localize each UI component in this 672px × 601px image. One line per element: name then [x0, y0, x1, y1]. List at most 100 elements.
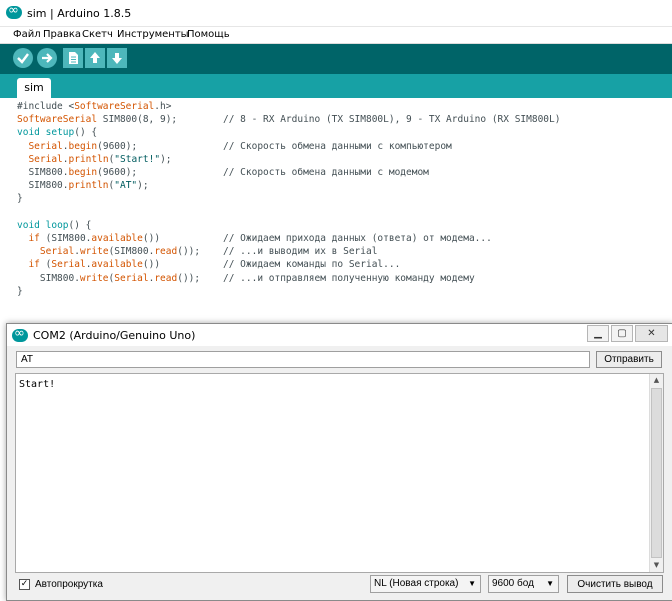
- code-token: .h>: [154, 101, 172, 112]
- line-ending-select[interactable]: NL (Новая строка) ▼: [370, 575, 481, 593]
- code-token: Serial: [28, 140, 63, 152]
- code-token: Serial: [114, 272, 149, 284]
- code-token: println: [68, 180, 109, 192]
- code-token: void: [17, 219, 40, 231]
- code-token: Serial: [28, 153, 63, 165]
- monitor-titlebar: COM2 (Arduino/Genuino Uno) ▁ ▢ ✕: [7, 324, 672, 346]
- code-token: }: [17, 193, 23, 205]
- ide-titlebar: sim | Arduino 1.8.5: [0, 0, 672, 27]
- scroll-up-icon[interactable]: ▲: [650, 374, 663, 387]
- upload-button[interactable]: [37, 48, 57, 68]
- code-token: begin: [68, 167, 98, 178]
- code-token: ());: [177, 246, 201, 258]
- clear-output-button[interactable]: Очистить вывод: [567, 575, 663, 593]
- code-token: () {: [74, 127, 98, 139]
- code-comment: // Ожидаем прихода данных (ответа) от мо…: [223, 233, 492, 244]
- baud-select[interactable]: 9600 бод ▼: [488, 575, 559, 593]
- tab-bar: sim: [0, 74, 672, 98]
- chevron-down-icon: ▼: [546, 579, 554, 588]
- code-token: }: [17, 285, 23, 297]
- scroll-down-icon[interactable]: ▼: [650, 559, 663, 572]
- checkmark-icon: [17, 53, 29, 64]
- code-line: #include <SoftwareSerial.h>: [17, 101, 171, 114]
- code-token: void: [17, 127, 40, 139]
- monitor-bottom-bar: ✓ Автопрокрутка NL (Новая строка) ▼ 9600…: [7, 574, 672, 598]
- code-token: SIM800(8, 9);: [97, 114, 178, 126]
- menu-tools[interactable]: Инструменты: [117, 29, 189, 40]
- code-line: if (SIM800.available()): [17, 233, 160, 246]
- chevron-down-icon: ▼: [468, 579, 476, 588]
- code-token: );: [160, 153, 172, 165]
- menu-bar: Файл Правка Скетч Инструменты Помощь: [0, 27, 672, 44]
- send-button[interactable]: Отправить: [596, 351, 662, 368]
- code-line: void setup() {: [17, 127, 97, 140]
- menu-sketch[interactable]: Скетч: [82, 29, 113, 40]
- monitor-title: COM2 (Arduino/Genuino Uno): [33, 329, 196, 342]
- ide-window: sim | Arduino 1.8.5 Файл Правка Скетч Ин…: [0, 0, 672, 324]
- code-line: void loop() {: [17, 220, 91, 233]
- baud-value: 9600 бод: [492, 578, 534, 589]
- output-text: Start!: [19, 379, 56, 390]
- code-token: (9600);: [97, 140, 138, 152]
- close-button[interactable]: ✕: [635, 325, 668, 342]
- code-line: Serial.println("Start!");: [17, 153, 172, 167]
- arrow-down-icon: [112, 53, 122, 64]
- code-comment: // Скорость обмена данными с модемом: [223, 167, 429, 178]
- code-token: write: [79, 272, 109, 284]
- open-button[interactable]: [85, 48, 105, 68]
- code-comment: // 8 - RX Arduino (TX SIM800L), 9 - TX A…: [223, 114, 561, 126]
- code-token: setup: [45, 127, 75, 139]
- maximize-button[interactable]: ▢: [611, 325, 633, 342]
- code-line: SoftwareSerial SIM800(8, 9);: [17, 114, 177, 127]
- new-button[interactable]: [63, 48, 83, 68]
- code-editor[interactable]: #include <SoftwareSerial.h> SoftwareSeria…: [0, 98, 672, 324]
- code-line: }: [17, 193, 23, 206]
- code-token: () {: [68, 219, 92, 231]
- vertical-scrollbar[interactable]: ▲ ▼: [649, 374, 663, 572]
- code-token: );: [137, 180, 149, 192]
- menu-edit[interactable]: Правка: [43, 29, 81, 40]
- code-token: ());: [177, 272, 201, 284]
- minimize-button[interactable]: ▁: [587, 325, 609, 342]
- code-token: Serial: [39, 246, 75, 258]
- code-token: ()): [142, 233, 161, 244]
- arduino-logo-icon: [6, 3, 22, 19]
- tab-sim[interactable]: sim: [17, 78, 51, 98]
- code-line: SIM800.println("AT");: [17, 180, 149, 193]
- code-token: loop: [45, 219, 69, 231]
- code-token: if: [28, 259, 40, 271]
- code-line: SIM800.write(Serial.read());: [17, 273, 200, 286]
- arduino-logo-icon: [12, 326, 28, 342]
- code-token: "Start!": [114, 153, 161, 165]
- code-token: Serial: [51, 259, 86, 271]
- verify-button[interactable]: [13, 48, 33, 68]
- code-token: write: [79, 246, 109, 258]
- menu-file[interactable]: Файл: [13, 29, 41, 40]
- autoscroll-checkbox[interactable]: ✓: [19, 579, 30, 590]
- arrow-right-icon: [42, 53, 53, 63]
- code-token: SIM800.: [17, 167, 69, 178]
- save-button[interactable]: [107, 48, 127, 68]
- serial-output[interactable]: Start! ▲ ▼: [15, 373, 664, 573]
- code-token: (: [39, 259, 52, 271]
- arrow-up-icon: [90, 52, 100, 63]
- code-token: ()): [142, 259, 161, 271]
- code-token: SIM800.: [17, 180, 69, 192]
- code-line: if (Serial.available()): [17, 259, 160, 272]
- code-token: if: [28, 233, 40, 244]
- code-token: "AT": [114, 180, 138, 192]
- code-token: SoftwareSerial: [17, 114, 98, 126]
- code-comment: // Скорость обмена данными с компьютером: [223, 140, 452, 152]
- menu-help[interactable]: Помощь: [187, 29, 230, 40]
- send-input[interactable]: [16, 351, 590, 368]
- code-token: (SIM800.: [39, 233, 92, 244]
- code-line: }: [17, 286, 23, 299]
- window-title: sim | Arduino 1.8.5: [27, 7, 132, 20]
- code-token: SIM800.: [17, 272, 80, 284]
- scroll-thumb[interactable]: [651, 388, 662, 558]
- line-ending-value: NL (Новая строка): [374, 578, 459, 589]
- code-token: available: [91, 259, 143, 271]
- code-token: #include <: [17, 101, 75, 112]
